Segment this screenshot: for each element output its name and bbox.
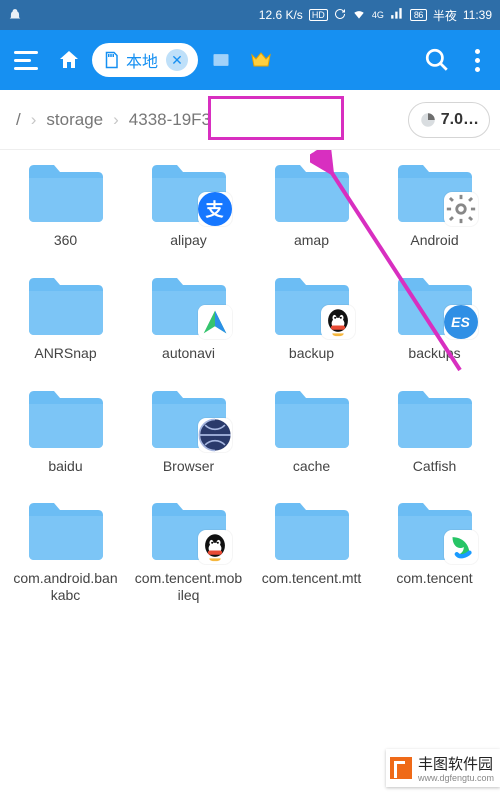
folder-item[interactable]: backup: [250, 271, 373, 362]
folder-name: com.android.bankabc: [11, 570, 121, 604]
browser-badge-icon: [198, 418, 232, 452]
folder-name: 360: [11, 232, 121, 249]
chevron-right-icon: ›: [31, 110, 37, 130]
status-bar: 12.6 K/s HD 4G 86 半夜 11:39: [0, 0, 500, 30]
qq-badge-icon: [198, 530, 232, 564]
folder-icon: [271, 158, 353, 224]
path-root[interactable]: /: [16, 110, 21, 130]
folder-name: backups: [380, 345, 490, 362]
folder-grid: 360 支 alipay amap Android ANRSnap autonavi back…: [0, 150, 500, 604]
folder-icon: ES: [394, 271, 476, 337]
folder-name: com.tencent.mtt: [257, 570, 367, 587]
folder-icon: [271, 271, 353, 337]
gear-badge-icon: [444, 192, 478, 226]
location-label: 本地: [126, 48, 158, 72]
folder-name: alipay: [134, 232, 244, 249]
folder-icon: [148, 384, 230, 450]
annotation-box: [208, 96, 344, 140]
tencent-badge-icon: [444, 530, 478, 564]
location-chip[interactable]: 本地 ✕: [92, 43, 198, 77]
autonavi-badge-icon: [198, 305, 232, 339]
folder-name: Catfish: [380, 458, 490, 475]
window-icon[interactable]: [204, 43, 238, 77]
breadcrumb: / › storage › 4338-19F3 7.0…: [0, 90, 500, 150]
folder-item[interactable]: ES backups: [373, 271, 496, 362]
folder-name: baidu: [11, 458, 121, 475]
folder-name: backup: [257, 345, 367, 362]
watermark-url: www.dgfengtu.com: [418, 774, 494, 783]
folder-icon: [25, 496, 107, 562]
storage-pill[interactable]: 7.0…: [408, 102, 490, 138]
sync-icon: [334, 8, 346, 23]
watermark-title: 丰图软件园: [418, 756, 493, 773]
home-button[interactable]: [52, 43, 86, 77]
qq-badge-icon: [321, 305, 355, 339]
clock-label: 半夜: [433, 7, 457, 24]
folder-name: Browser: [134, 458, 244, 475]
signal-label: 4G: [372, 10, 384, 20]
sd-card-icon: [102, 51, 120, 69]
folder-icon: [271, 384, 353, 450]
folder-name: cache: [257, 458, 367, 475]
folder-icon: [148, 496, 230, 562]
folder-name: com.tencent: [380, 570, 490, 587]
es-badge-icon: ES: [444, 305, 478, 339]
notification-icon: [8, 8, 22, 22]
hd-icon: HD: [309, 9, 328, 21]
folder-icon: [25, 271, 107, 337]
folder-icon: [394, 496, 476, 562]
folder-name: autonavi: [134, 345, 244, 362]
clock-time: 11:39: [463, 8, 492, 22]
menu-button[interactable]: [6, 40, 46, 80]
folder-icon: [25, 158, 107, 224]
search-button[interactable]: [420, 43, 454, 77]
crown-icon[interactable]: [244, 43, 278, 77]
folder-item[interactable]: amap: [250, 158, 373, 249]
folder-icon: [25, 384, 107, 450]
folder-name: com.tencent.mobileq: [134, 570, 244, 604]
folder-icon: [148, 271, 230, 337]
folder-icon: 支: [148, 158, 230, 224]
folder-icon: [271, 496, 353, 562]
folder-name: Android: [380, 232, 490, 249]
storage-used: 7.0…: [441, 111, 479, 129]
folder-item[interactable]: Android: [373, 158, 496, 249]
net-speed: 12.6 K/s: [259, 8, 303, 22]
app-bar: 本地 ✕: [0, 30, 500, 90]
folder-icon: [394, 384, 476, 450]
close-icon[interactable]: ✕: [166, 49, 188, 71]
folder-item[interactable]: 360: [4, 158, 127, 249]
watermark-logo: [390, 757, 412, 779]
folder-name: amap: [257, 232, 367, 249]
signal-icon: [390, 8, 404, 23]
folder-item[interactable]: 支 alipay: [127, 158, 250, 249]
folder-item[interactable]: ANRSnap: [4, 271, 127, 362]
folder-item[interactable]: baidu: [4, 384, 127, 475]
folder-item[interactable]: Catfish: [373, 384, 496, 475]
folder-item[interactable]: com.tencent: [373, 496, 496, 604]
folder-name: ANRSnap: [11, 345, 121, 362]
wifi-icon: [352, 7, 366, 24]
path-seg-storage[interactable]: storage: [46, 110, 103, 130]
folder-item[interactable]: com.tencent.mtt: [250, 496, 373, 604]
folder-item[interactable]: cache: [250, 384, 373, 475]
folder-item[interactable]: Browser: [127, 384, 250, 475]
pie-chart-icon: [419, 111, 437, 129]
folder-item[interactable]: autonavi: [127, 271, 250, 362]
watermark: 丰图软件园 www.dgfengtu.com: [386, 749, 500, 787]
overflow-menu-button[interactable]: [460, 43, 494, 77]
battery-icon: 86: [410, 9, 427, 21]
alipay-badge-icon: 支: [198, 192, 232, 226]
chevron-right-icon: ›: [113, 110, 119, 130]
path-seg-current[interactable]: 4338-19F3: [129, 110, 211, 130]
folder-item[interactable]: com.android.bankabc: [4, 496, 127, 604]
folder-icon: [394, 158, 476, 224]
folder-item[interactable]: com.tencent.mobileq: [127, 496, 250, 604]
